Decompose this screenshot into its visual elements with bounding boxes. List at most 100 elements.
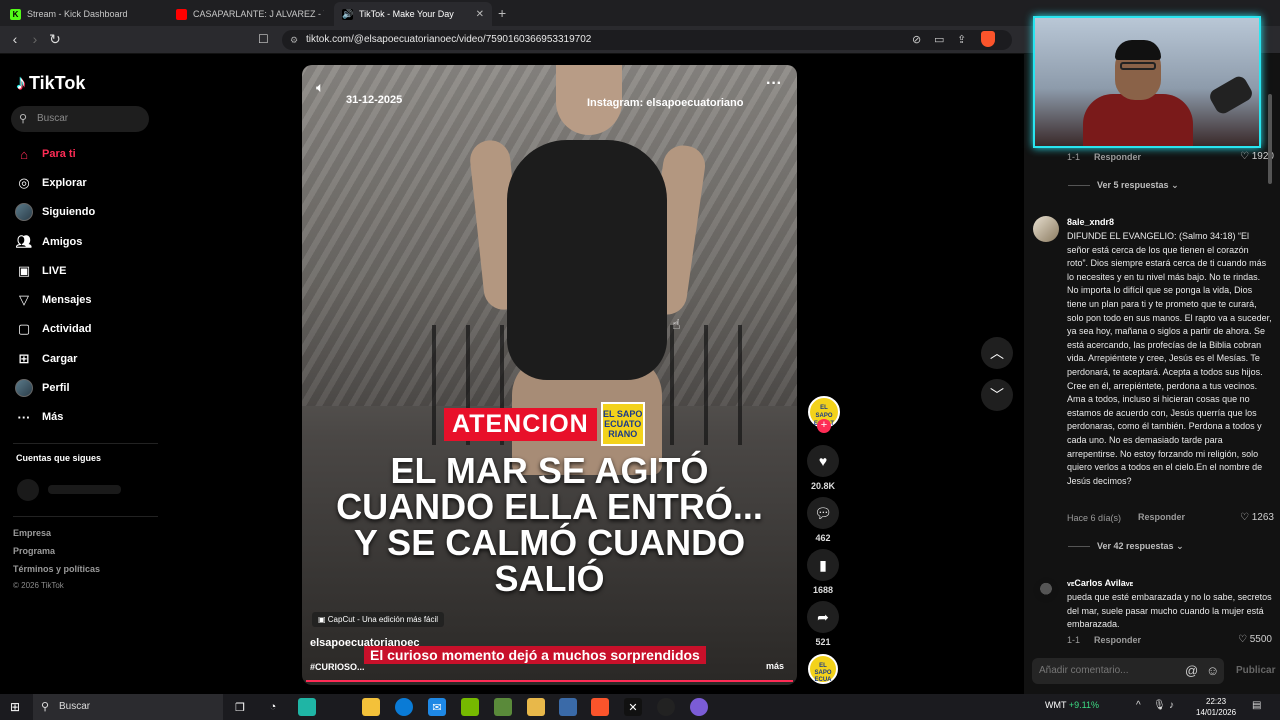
mail-icon[interactable]: ✉ xyxy=(428,698,446,716)
volume-icon[interactable]: 🔈︎ xyxy=(316,79,324,96)
share-icon[interactable]: ⇪ xyxy=(957,33,966,46)
mention-icon[interactable]: @ xyxy=(1185,658,1198,684)
view-replies-button[interactable]: Ver 42 respuestas ⌄ xyxy=(1068,541,1184,552)
clock[interactable]: 22:23 14/01/2026 xyxy=(1196,696,1236,718)
next-video-button[interactable]: ﹀ xyxy=(981,379,1013,411)
taskbar-search[interactable]: ⚲ Buscar xyxy=(33,694,223,720)
mouse-cursor-icon: ☝ xyxy=(672,316,681,332)
previous-video-button[interactable]: ︿ xyxy=(981,337,1013,369)
reply-button[interactable]: Responder xyxy=(1094,152,1141,162)
capcut-badge[interactable]: ▣ CapCut - Una edición más fácil xyxy=(312,612,445,627)
commenter-avatar[interactable] xyxy=(1033,216,1059,242)
clock-date: 14/01/2026 xyxy=(1196,708,1237,717)
reply-button[interactable]: Responder xyxy=(1138,512,1185,522)
sidebar-item-mas[interactable]: ··· Más xyxy=(14,406,64,428)
comment-input[interactable]: Añadir comentario... @ ☺ xyxy=(1032,658,1224,684)
follow-plus-icon[interactable]: + xyxy=(817,419,831,433)
sidebar-item-actividad[interactable]: ▢ Actividad xyxy=(14,318,92,340)
site-info-icon[interactable]: ⚙ xyxy=(290,30,298,50)
store-icon[interactable] xyxy=(362,698,380,716)
reply-button[interactable]: Responder xyxy=(1094,635,1141,645)
cast-icon[interactable]: ▭ xyxy=(934,33,944,46)
comment-time: 1-1 xyxy=(1067,635,1081,645)
sidebar-item-label: Mensajes xyxy=(42,294,92,306)
footer-link-terminos[interactable]: Términos y políticas xyxy=(13,564,100,574)
new-tab-button[interactable]: + xyxy=(498,5,506,21)
url-field[interactable]: ⚙ tiktok.com/@elsapoecuatorianoec/video/… xyxy=(282,30,1012,50)
footer-link-empresa[interactable]: Empresa xyxy=(13,528,51,538)
following-section-title: Cuentas que sigues xyxy=(16,453,102,463)
tab-kick[interactable]: K Stream - Kick Dashboard xyxy=(2,2,168,26)
more-options-icon[interactable]: ··· xyxy=(766,75,782,93)
comment-input-placeholder: Añadir comentario... xyxy=(1039,665,1129,676)
brave-shield-icon[interactable] xyxy=(981,31,995,47)
video-player[interactable]: 🔈︎ 31-12-2025 Instagram: elsapoecuatoria… xyxy=(302,65,797,685)
webcam-glasses xyxy=(1120,62,1156,70)
minecraft-icon[interactable] xyxy=(494,698,512,716)
app-icon[interactable] xyxy=(298,698,316,716)
share-button[interactable]: ➦ xyxy=(807,601,839,633)
emoji-icon[interactable]: ☺ xyxy=(1206,658,1219,684)
folder-icon[interactable] xyxy=(527,698,545,716)
close-tab-icon[interactable]: ✕ xyxy=(476,9,484,20)
app-icon[interactable] xyxy=(559,698,577,716)
speedometer-icon[interactable]: ◔ xyxy=(264,698,282,716)
sidebar-item-label: Más xyxy=(42,411,64,423)
sidebar-item-mensajes[interactable]: ▽ Mensajes xyxy=(14,289,92,311)
webcam-person-body xyxy=(1083,94,1193,146)
reload-icon[interactable]: ↻ xyxy=(46,31,64,48)
notifications-icon[interactable]: ▤ xyxy=(1252,700,1261,711)
sidebar-item-perfil[interactable]: Perfil xyxy=(14,377,70,399)
no-tracking-icon[interactable]: ⊘ xyxy=(912,33,921,46)
footer-link-programa[interactable]: Programa xyxy=(13,546,55,556)
commenter-avatar[interactable] xyxy=(1033,577,1059,603)
sidebar-item-siguiendo[interactable]: Siguiendo xyxy=(14,201,95,223)
like-button[interactable]: ♥ xyxy=(807,445,839,477)
task-view-icon[interactable]: ❐ xyxy=(231,698,249,716)
mic-icon[interactable]: 🎙︎ xyxy=(1153,700,1166,711)
volume-tray-icon[interactable]: ♪ xyxy=(1169,700,1174,711)
tab-youtube[interactable]: CASAPARLANTE: J ALVAREZ - YouTub xyxy=(168,2,332,26)
video-tags[interactable]: #CURIOSO... xyxy=(310,662,365,672)
copyright: © 2026 TikTok xyxy=(13,581,64,590)
save-button[interactable]: ▮ xyxy=(807,549,839,581)
comments-scrollbar[interactable] xyxy=(1266,66,1274,686)
x-icon[interactable]: ✕ xyxy=(624,698,642,716)
view-replies-label: Ver 42 respuestas xyxy=(1097,541,1174,551)
video-figure-body xyxy=(507,140,667,380)
sidebar-item-label: LIVE xyxy=(42,265,67,277)
forward-icon[interactable]: › xyxy=(26,31,44,47)
sidebar-item-para-ti[interactable]: ⌂ Para ti xyxy=(14,143,76,165)
discord-icon[interactable] xyxy=(690,698,708,716)
sound-disc-avatar[interactable]: EL SAPO ECUA xyxy=(808,654,838,684)
comment-button[interactable]: 💬︎ xyxy=(807,497,839,529)
obs-icon[interactable] xyxy=(657,698,675,716)
tab-tiktok[interactable]: 🔊 TikTok - Make Your Day ✕ xyxy=(334,2,492,26)
sidebar-item-live[interactable]: ▣ LIVE xyxy=(14,260,67,282)
bookmark-icon: ▮ xyxy=(819,556,827,573)
sidebar-item-explorar[interactable]: ◎ Explorar xyxy=(14,172,86,194)
chevron-down-icon: ⌄ xyxy=(1176,541,1184,551)
brave-icon[interactable] xyxy=(591,698,609,716)
commenter-username[interactable]: ᴠᴇCarlos Avilaᴠᴇ xyxy=(1067,578,1133,588)
view-replies-button[interactable]: Ver 5 respuestas ⌄ xyxy=(1068,180,1179,191)
back-icon[interactable]: ‹ xyxy=(6,31,24,47)
video-instagram-watermark: Instagram: elsapoecuatoriano xyxy=(587,97,744,109)
search-input[interactable]: ⚲ Buscar xyxy=(11,106,149,132)
commenter-username[interactable]: 8ale_xndr8 xyxy=(1067,217,1114,227)
messages-icon: ▽ xyxy=(19,292,29,307)
tiktok-logo[interactable]: ♪ TikTok xyxy=(16,72,85,95)
sidebar-item-cargar[interactable]: ⊞ Cargar xyxy=(14,348,78,370)
bookmark-icon[interactable]: ☐ xyxy=(258,32,269,46)
tray-chevron-icon[interactable]: ^ xyxy=(1136,700,1141,711)
sidebar-item-label: Siguiendo xyxy=(42,206,96,218)
video-more-link[interactable]: más xyxy=(766,661,784,671)
sidebar-item-amigos[interactable]: 👥︎ Amigos xyxy=(14,231,83,253)
edge-icon[interactable] xyxy=(395,698,413,716)
nvidia-icon[interactable] xyxy=(461,698,479,716)
scrollbar-thumb[interactable] xyxy=(1268,94,1272,184)
stock-widget[interactable]: WMT +9.11% xyxy=(1045,700,1099,710)
video-progress-bar[interactable] xyxy=(306,680,793,682)
windows-start-icon[interactable]: ⊞ xyxy=(10,700,20,714)
home-icon: ⌂ xyxy=(20,146,28,162)
